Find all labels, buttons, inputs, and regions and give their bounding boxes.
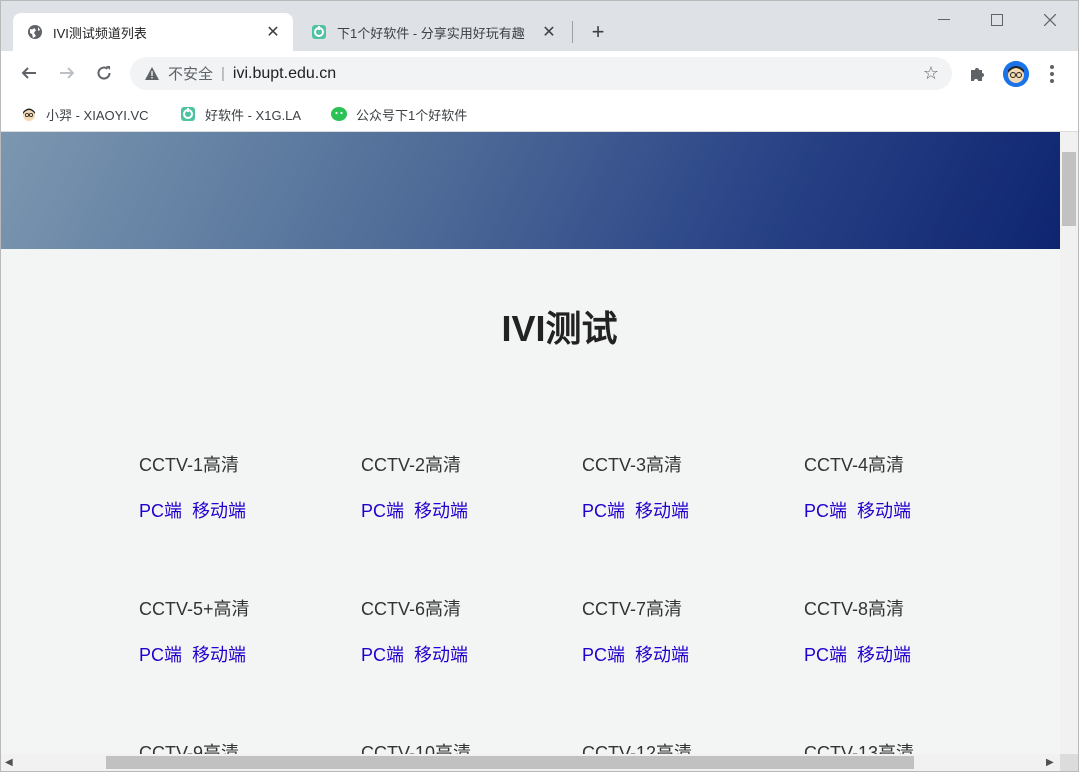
channel-name: CCTV-4高清 [804, 455, 905, 475]
close-window-button[interactable] [1027, 7, 1073, 33]
wechat-icon [331, 107, 347, 121]
mobile-link[interactable]: 移动端 [414, 645, 468, 665]
globe-icon [28, 25, 42, 39]
url-text[interactable]: ivi.bupt.edu.cn [233, 65, 920, 83]
scroll-left-icon[interactable]: ◀ [5, 757, 13, 768]
channel-name: CCTV-13高清 [804, 743, 915, 754]
channel-card: CCTV-12高清 [582, 739, 782, 754]
bookmarks-bar: 小羿 - XIAOYI.VC 好软件 - X1G.LA 公众号下1个好软件 [1, 96, 1078, 132]
bookmark-x1g[interactable]: 好软件 - X1G.LA [180, 102, 301, 126]
profile-avatar[interactable] [1003, 61, 1029, 87]
header-banner [1, 132, 1060, 249]
mobile-link[interactable]: 移动端 [857, 501, 911, 521]
channel-name: CCTV-12高清 [582, 743, 693, 754]
address-separator: | [221, 65, 225, 82]
channel-name: CCTV-9高清 [139, 743, 240, 754]
tab-title: IVI测试频道列表 [53, 25, 147, 41]
reload-button[interactable] [92, 61, 116, 85]
mobile-link[interactable]: 移动端 [635, 645, 689, 665]
tab-title: 下1个好软件 - 分享实用好玩有趣 [337, 25, 525, 41]
bookmark-xiaoyi[interactable]: 小羿 - XIAOYI.VC [21, 102, 149, 126]
tab-separator [572, 21, 573, 43]
channel-name: CCTV-6高清 [361, 599, 462, 619]
close-tab-icon[interactable]: ✕ [263, 22, 283, 42]
pc-link[interactable]: PC端 [582, 645, 625, 665]
toolbar: 不安全 | ivi.bupt.edu.cn ☆ [1, 51, 1078, 96]
avatar-icon [1003, 61, 1029, 87]
close-tab-icon[interactable]: ✕ [539, 22, 559, 42]
channel-name: CCTV-1高清 [139, 455, 240, 475]
channel-name: CCTV-10高清 [361, 743, 472, 754]
minimize-icon [938, 19, 950, 20]
pc-link[interactable]: PC端 [582, 501, 625, 521]
channel-card: CCTV-4高清 PC端 移动端 [804, 451, 1004, 523]
bookmark-label: 好软件 - X1G.LA [205, 107, 302, 123]
browser-window: IVI测试频道列表 ✕ 下1个好软件 - 分享实用好玩有趣 ✕ + 不安全 | … [0, 0, 1079, 772]
channel-card: CCTV-2高清 PC端 移动端 [361, 451, 561, 523]
channel-card: CCTV-3高清 PC端 移动端 [582, 451, 782, 523]
pc-link[interactable]: PC端 [804, 645, 847, 665]
pc-link[interactable]: PC端 [361, 645, 404, 665]
tab-strip: IVI测试频道列表 ✕ 下1个好软件 - 分享实用好玩有趣 ✕ + [1, 1, 1078, 51]
bookmark-label: 公众号下1个好软件 [356, 107, 468, 123]
pc-link[interactable]: PC端 [139, 501, 182, 521]
back-button[interactable] [17, 61, 41, 85]
maximize-icon [991, 14, 1003, 26]
mobile-link[interactable]: 移动端 [192, 645, 246, 665]
scrollbar-corner [1060, 754, 1078, 771]
security-label[interactable]: 不安全 [168, 63, 213, 84]
mobile-link[interactable]: 移动端 [635, 501, 689, 521]
tab-ivi[interactable]: IVI测试频道列表 ✕ [13, 13, 293, 51]
channel-card: CCTV-9高清 [139, 739, 339, 754]
channel-card: CCTV-10高清 [361, 739, 561, 754]
tab-x1g[interactable]: 下1个好软件 - 分享实用好玩有趣 ✕ [297, 13, 569, 51]
reload-icon [97, 66, 111, 80]
mobile-link[interactable]: 移动端 [857, 645, 911, 665]
horizontal-scroll-thumb[interactable] [106, 756, 914, 769]
menu-button[interactable] [1041, 63, 1063, 85]
x1g-logo-icon [312, 25, 326, 39]
bookmark-star-icon[interactable]: ☆ [920, 63, 942, 85]
mobile-link[interactable]: 移动端 [414, 501, 468, 521]
pc-link[interactable]: PC端 [804, 501, 847, 521]
vertical-scrollbar[interactable] [1060, 132, 1078, 754]
channel-name: CCTV-2高清 [361, 455, 462, 475]
puzzle-icon [971, 68, 984, 81]
channel-card: CCTV-8高清 PC端 移动端 [804, 595, 1004, 667]
page-viewport: IVI测试 CCTV-1高清 PC端 移动端 CCTV-2高清 PC端 移动端 CC… [1, 132, 1060, 754]
bookmark-wechat[interactable]: 公众号下1个好软件 [331, 102, 467, 126]
back-arrow-icon [21, 67, 36, 79]
menu-dot [1050, 79, 1054, 83]
minimize-button[interactable] [921, 7, 967, 33]
horizontal-scrollbar[interactable]: ◀ ▶ [1, 754, 1060, 771]
channel-card: CCTV-13高清 [804, 739, 1004, 754]
pc-link[interactable]: PC端 [139, 645, 182, 665]
x1g-logo-icon [181, 107, 195, 121]
channel-name: CCTV-8高清 [804, 599, 905, 619]
scroll-right-icon[interactable]: ▶ [1046, 757, 1054, 768]
bookmark-label: 小羿 - XIAOYI.VC [46, 107, 149, 123]
forward-arrow-icon [60, 67, 75, 79]
close-icon [1044, 14, 1056, 26]
channel-card: CCTV-1高清 PC端 移动端 [139, 451, 339, 523]
channel-card: CCTV-7高清 PC端 移动端 [582, 595, 782, 667]
menu-dot [1050, 65, 1054, 69]
mobile-link[interactable]: 移动端 [192, 501, 246, 521]
page-title: IVI测试 [501, 308, 618, 349]
menu-dot [1050, 72, 1054, 76]
new-tab-button[interactable]: + [585, 19, 611, 45]
pc-link[interactable]: PC端 [361, 501, 404, 521]
channel-name: CCTV-5+高清 [139, 599, 250, 619]
channel-card: CCTV-6高清 PC端 移动端 [361, 595, 561, 667]
forward-button[interactable] [55, 61, 79, 85]
address-bar[interactable]: 不安全 | ivi.bupt.edu.cn ☆ [130, 57, 952, 90]
maximize-button[interactable] [974, 7, 1020, 33]
vertical-scroll-thumb[interactable] [1062, 152, 1076, 226]
channel-name: CCTV-3高清 [582, 455, 683, 475]
extensions-button[interactable] [967, 63, 989, 85]
channel-name: CCTV-7高清 [582, 599, 683, 619]
channel-card: CCTV-5+高清 PC端 移动端 [139, 595, 339, 667]
warning-icon[interactable] [144, 66, 160, 82]
avatar-icon [23, 108, 35, 121]
